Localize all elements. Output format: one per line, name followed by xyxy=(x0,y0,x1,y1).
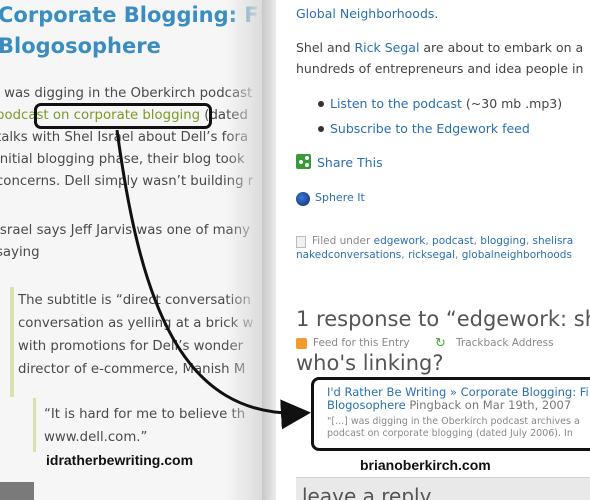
sphere-icon[interactable] xyxy=(296,192,310,206)
intro-text: are about to embark on a xyxy=(419,40,584,55)
filed-under-label: Filed under xyxy=(312,235,371,247)
top-line: Global Neighborhoods. xyxy=(296,6,438,21)
feed-for-entry-link[interactable]: Feed for this Entry xyxy=(313,337,410,349)
quote-line: with promotions for Dell’s wonder xyxy=(18,339,244,354)
bullet-item-podcast: Listen to the podcast (~30 mb .mp3) xyxy=(330,96,562,111)
pingback-excerpt: "[...] was digging in the Oberkirch podc… xyxy=(327,416,580,440)
subscribe-feed-link[interactable]: Subscribe to the Edgework feed xyxy=(330,121,530,136)
site-caption-idratherbewriting: idratherbewriting.com xyxy=(46,452,194,468)
feed-entry-row: Feed for this Entry xyxy=(313,337,410,349)
share-icon[interactable] xyxy=(296,154,311,169)
excerpt-line: podcast on corporate blogging (dated Jul… xyxy=(327,428,573,439)
bullet-item-feed: Subscribe to the Edgework feed xyxy=(330,121,530,136)
right-screenshot-brianoberkirch: Global Neighborhoods. Shel and Rick Sega… xyxy=(276,0,590,500)
bottom-grey-block xyxy=(0,482,34,500)
tag-link[interactable]: nakedconversations xyxy=(296,249,401,261)
sphere-it-row: Sphere It xyxy=(315,191,365,204)
pingback-link[interactable]: I'd Rather Be Writing » Corporate Bloggi… xyxy=(327,385,589,399)
paragraph-line: saying xyxy=(0,245,40,260)
whos-linking-heading: who's linking? xyxy=(296,351,444,375)
share-this-row: Share This xyxy=(317,155,383,170)
listen-podcast-link[interactable]: Listen to the podcast xyxy=(330,96,462,111)
responses-heading: 1 response to “edgework: shel xyxy=(296,307,590,331)
post-title-line-2[interactable]: Blogosophere xyxy=(0,31,262,62)
highlight-outline-link xyxy=(34,103,212,129)
pingback-date: Pingback on Mar 19th, 2007 xyxy=(405,398,572,412)
paragraph-line: talks with Shel Israel about Dell’s fora xyxy=(0,130,249,145)
nested-blockquote-bar xyxy=(33,398,36,452)
sphere-it-link[interactable]: Sphere It xyxy=(315,191,365,204)
bullet-dot xyxy=(318,126,324,132)
pingback-title: I'd Rather Be Writing » Corporate Bloggi… xyxy=(327,386,589,412)
tag-link[interactable]: podcast xyxy=(432,235,474,247)
trackback-address-link[interactable]: Trackback Address xyxy=(456,337,554,349)
intro-line-2: hundreds of entrepreneurs and idea peopl… xyxy=(296,61,584,76)
panel-divider xyxy=(262,0,276,500)
paragraph-line: concerns. Dell simply wasn’t building r xyxy=(0,174,254,189)
intro-line-1: Shel and Rick Segal are about to embark … xyxy=(296,40,583,55)
tag-link[interactable]: ricksegal xyxy=(408,249,455,261)
tag-link[interactable]: edgework xyxy=(374,235,426,247)
nested-quote-line: www.dell.com.” xyxy=(44,430,148,445)
trackback-row: Trackback Address xyxy=(456,337,554,349)
tag-link[interactable]: shelisra xyxy=(533,235,574,247)
podcast-size: (~30 mb .mp3) xyxy=(461,96,563,111)
period: . xyxy=(434,6,439,21)
quote-line: director of e-commerce, Manish M xyxy=(18,362,246,377)
leave-reply-heading: leave a reply xyxy=(302,484,432,500)
leave-reply-section: leave a reply xyxy=(296,477,590,500)
filed-under-row: Filed under edgework, podcast, blogging,… xyxy=(312,235,574,247)
quote-line: conversation as yelling at a brick w xyxy=(18,316,254,331)
excerpt-line: "[...] was digging in the Oberkirch podc… xyxy=(327,416,580,427)
nested-quote-line: “It is hard for me to believe th xyxy=(44,407,246,422)
tag-link[interactable]: blogging xyxy=(480,235,526,247)
rick-segal-link[interactable]: Rick Segal xyxy=(354,40,419,55)
quote-line: The subtitle is “direct conversation xyxy=(18,293,251,308)
edge-shadow xyxy=(225,0,262,500)
rss-feed-icon[interactable] xyxy=(296,338,307,349)
folder-icon xyxy=(296,236,306,248)
global-neighborhoods-link[interactable]: Global Neighborhoods xyxy=(296,6,434,21)
pingback-highlight-box: I'd Rather Be Writing » Corporate Bloggi… xyxy=(311,377,590,451)
trackback-icon[interactable]: ↻ xyxy=(435,337,449,350)
bullet-dot xyxy=(318,101,324,107)
blockquote-bar xyxy=(10,287,14,397)
tags-row-2: nakedconversations, ricksegal, globalnei… xyxy=(296,249,572,261)
intro-text: Shel and xyxy=(296,40,355,55)
tag-link[interactable]: globalneighborhoods xyxy=(462,249,572,261)
paragraph-line: Israel says Jeff Jarvis was one of many xyxy=(0,223,250,238)
post-title-line-1[interactable]: Corporate Blogging: Fi xyxy=(0,0,262,31)
paragraph-line: I was digging in the Oberkirch podcast xyxy=(0,86,253,101)
share-this-link[interactable]: Share This xyxy=(317,155,383,170)
left-screenshot-idratherbewriting: Corporate Blogging: Fi Blogosophere I wa… xyxy=(0,0,262,500)
paragraph-line: initial blogging phase, their blog took xyxy=(0,152,245,167)
site-caption-brianoberkirch: brianoberkirch.com xyxy=(360,457,491,473)
pingback-link-cont[interactable]: Blogosophere xyxy=(327,398,406,412)
